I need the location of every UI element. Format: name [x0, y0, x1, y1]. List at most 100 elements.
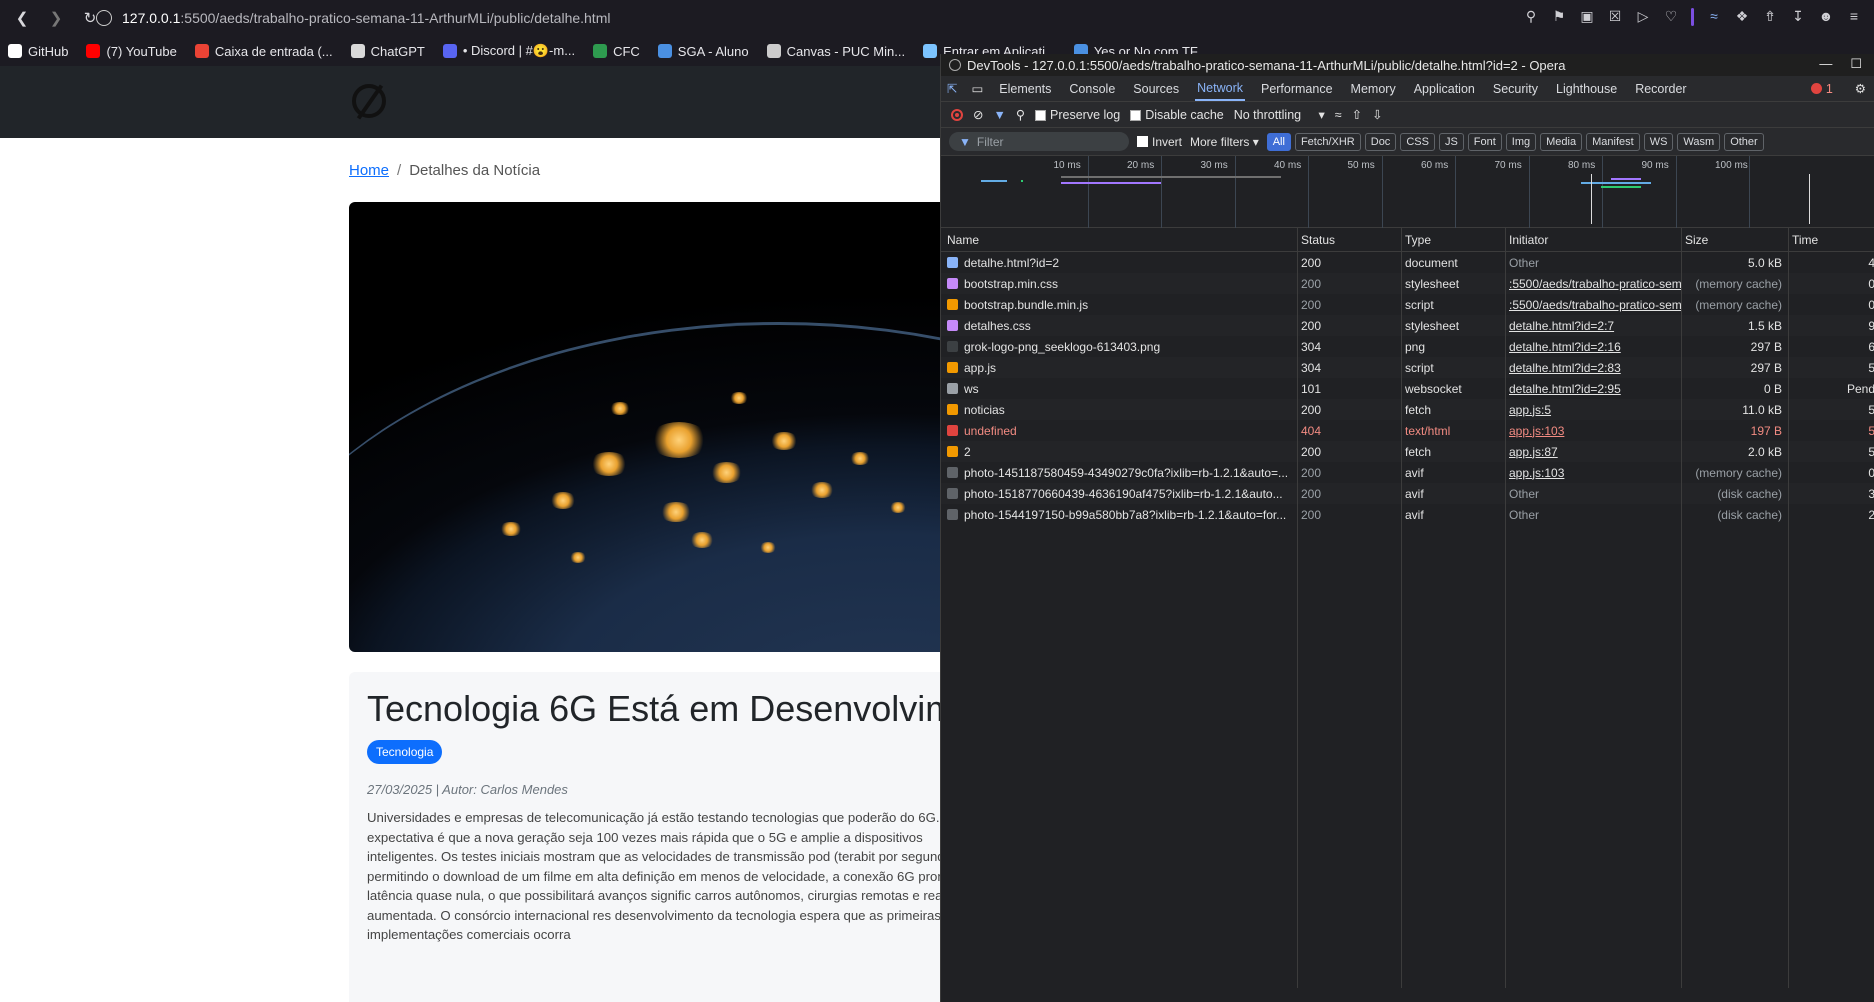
type-filter-doc[interactable]: Doc — [1364, 132, 1397, 151]
type-filter-js[interactable]: JS — [1438, 132, 1464, 151]
bookmark-item[interactable]: Caixa de entrada (... — [194, 44, 333, 59]
type-filter-ws[interactable]: WS — [1643, 132, 1674, 151]
table-row[interactable]: photo-1518770660439-4636190af475?ixlib=r… — [941, 483, 1874, 504]
download-icon[interactable]: ↧ — [1790, 8, 1806, 26]
breadcrumb-home-link[interactable]: Home — [349, 162, 389, 179]
tab-memory[interactable]: Memory — [1349, 78, 1398, 100]
table-row[interactable]: photo-1451187580459-43490279c0fa?ixlib=r… — [941, 462, 1874, 483]
pin-icon[interactable]: ⚑ — [1551, 8, 1567, 26]
type-filter-img[interactable]: Img — [1505, 132, 1537, 151]
bookmark-item[interactable]: • Discord | #😮-m... — [442, 43, 575, 59]
request-initiator[interactable]: detalhe.html?id=2:95 — [1505, 378, 1681, 399]
request-initiator[interactable]: detalhe.html?id=2:16 — [1505, 336, 1681, 357]
profile-icon[interactable]: ☻ — [1818, 8, 1834, 26]
table-row[interactable]: 2 200 fetch app.js:87 2.0 kB 5 — [941, 441, 1874, 462]
extensions-icon[interactable]: ❖ — [1734, 8, 1750, 26]
more-filters-dropdown[interactable]: More filters ▾ — [1190, 135, 1259, 149]
import-har-icon[interactable]: ⇧ — [1352, 107, 1362, 122]
device-toggle-icon[interactable]: ▭ — [971, 81, 983, 96]
share-icon[interactable]: ⇮ — [1762, 8, 1778, 26]
tab-application[interactable]: Application — [1412, 78, 1477, 100]
column-header-size[interactable]: Size — [1681, 228, 1788, 251]
table-row[interactable]: undefined 404 text/html app.js:103 197 B 5 — [941, 420, 1874, 441]
type-filter-wasm[interactable]: Wasm — [1677, 132, 1721, 151]
table-row[interactable]: detalhe.html?id=2 200 document Other 5.0 kB 4 — [941, 252, 1874, 273]
table-row[interactable]: grok-logo-png_seeklogo-613403.png 304 png d… — [941, 336, 1874, 357]
column-header-name[interactable]: Name — [941, 228, 1297, 251]
request-initiator[interactable]: app.js:87 — [1505, 441, 1681, 462]
tab-network[interactable]: Network — [1195, 77, 1245, 101]
request-initiator[interactable]: detalhe.html?id=2:83 — [1505, 357, 1681, 378]
disable-cache-checkbox[interactable]: Disable cache — [1130, 108, 1224, 122]
minimize-icon[interactable]: — — [1819, 56, 1832, 72]
menu-icon[interactable]: ≡ — [1846, 8, 1862, 26]
tab-performance[interactable]: Performance — [1259, 78, 1335, 100]
request-initiator[interactable]: app.js:103 — [1505, 420, 1681, 441]
table-row[interactable]: app.js 304 script detalhe.html?id=2:83 297 B… — [941, 357, 1874, 378]
bookmark-item[interactable]: GitHub — [8, 44, 68, 59]
column-divider[interactable] — [1788, 228, 1789, 988]
type-filter-other[interactable]: Other — [1724, 132, 1764, 151]
back-icon[interactable]: ❮ — [10, 9, 34, 27]
bookmark-item[interactable]: SGA - Aluno — [657, 44, 749, 59]
network-overview-timeline[interactable]: 10 ms 20 ms 30 ms 40 ms 50 ms 60 ms 70 ms 80 ms… — [941, 156, 1874, 228]
snapshot-icon[interactable]: ▣ — [1579, 8, 1595, 26]
table-row[interactable]: ws 101 websocket detalhe.html?id=2:95 0 B Pen… — [941, 378, 1874, 399]
bookmark-item[interactable]: Canvas - PUC Min... — [766, 44, 905, 59]
address-bar[interactable]: 127.0.0.1:5500/aeds/trabalho-pratico-sem… — [96, 6, 610, 30]
request-initiator[interactable]: detalhe.html?id=2:7 — [1505, 315, 1681, 336]
column-divider[interactable] — [1505, 228, 1506, 988]
tab-console[interactable]: Console — [1067, 78, 1117, 100]
inspect-icon[interactable]: ⇱ — [947, 81, 957, 96]
tab-sources[interactable]: Sources — [1131, 78, 1181, 100]
bookmark-item[interactable]: (7) YouTube — [86, 44, 177, 59]
table-row[interactable]: bootstrap.bundle.min.js 200 script:5500/ae… — [941, 294, 1874, 315]
heart-icon[interactable]: ♡ — [1663, 8, 1679, 26]
type-filter-media[interactable]: Media — [1540, 132, 1583, 151]
filter-input[interactable]: ▼ Filter — [949, 132, 1129, 151]
table-row[interactable]: bootstrap.min.css 200 stylesheet:5500/aeds… — [941, 273, 1874, 294]
site-logo[interactable] — [352, 84, 386, 118]
clear-icon[interactable]: ⊘ — [973, 107, 983, 122]
invert-checkbox[interactable]: Invert — [1137, 135, 1182, 149]
type-filter-fetchxhr[interactable]: Fetch/XHR — [1294, 132, 1361, 151]
bookmark-item[interactable]: CFC — [593, 44, 640, 59]
network-conditions-icon[interactable]: ≈ — [1335, 108, 1342, 122]
filter-icon[interactable]: ▼ — [993, 108, 1005, 122]
type-filter-all[interactable]: All — [1266, 132, 1291, 151]
adblock-icon[interactable]: ☒ — [1607, 8, 1623, 26]
type-filter-font[interactable]: Font — [1467, 132, 1502, 151]
tab-elements[interactable]: Elements — [997, 78, 1053, 100]
table-row[interactable]: photo-1544197150-b99a580bb7a8?ixlib=rb-1… — [941, 504, 1874, 525]
forward-icon[interactable]: ❯ — [44, 9, 68, 27]
zoom-icon[interactable]: ⚲ — [1523, 8, 1539, 26]
aria-icon[interactable]: ≈ — [1706, 8, 1722, 26]
column-header-type[interactable]: Type — [1401, 228, 1505, 251]
tab-recorder[interactable]: Recorder — [1633, 78, 1688, 100]
request-initiator[interactable]: :5500/aeds/trabalho-pratico-sem — [1505, 273, 1681, 294]
player-icon[interactable]: ▷ — [1635, 8, 1651, 26]
column-header-time[interactable]: Time — [1788, 228, 1874, 251]
search-icon[interactable]: ⚲ — [1016, 107, 1025, 122]
bookmark-item[interactable]: ChatGPT — [350, 44, 425, 59]
tab-security[interactable]: Security — [1491, 78, 1540, 100]
request-initiator[interactable]: :5500/aeds/trabalho-pratico-sem — [1505, 294, 1681, 315]
request-initiator[interactable]: app.js:5 — [1505, 399, 1681, 420]
settings-icon[interactable]: ⚙ — [1855, 81, 1866, 96]
column-header-initiator[interactable]: Initiator — [1505, 228, 1681, 251]
table-row[interactable]: detalhes.css 200 stylesheet detalhe.html?id… — [941, 315, 1874, 336]
type-filter-css[interactable]: CSS — [1400, 132, 1435, 151]
export-har-icon[interactable]: ⇩ — [1372, 107, 1382, 122]
tab-lighthouse[interactable]: Lighthouse — [1554, 78, 1619, 100]
error-counter[interactable]: 1 — [1810, 82, 1833, 96]
column-divider[interactable] — [1401, 228, 1402, 988]
throttling-select[interactable]: No throttling ▾ — [1234, 107, 1325, 122]
request-initiator[interactable]: app.js:103 — [1505, 462, 1681, 483]
table-row[interactable]: noticias 200 fetch app.js:5 11.0 kB 5 — [941, 399, 1874, 420]
type-filter-manifest[interactable]: Manifest — [1586, 132, 1640, 151]
column-header-status[interactable]: Status — [1297, 228, 1401, 251]
maximize-icon[interactable]: ☐ — [1850, 56, 1862, 72]
column-divider[interactable] — [1681, 228, 1682, 988]
record-icon[interactable] — [951, 108, 963, 121]
column-divider[interactable] — [1297, 228, 1298, 988]
